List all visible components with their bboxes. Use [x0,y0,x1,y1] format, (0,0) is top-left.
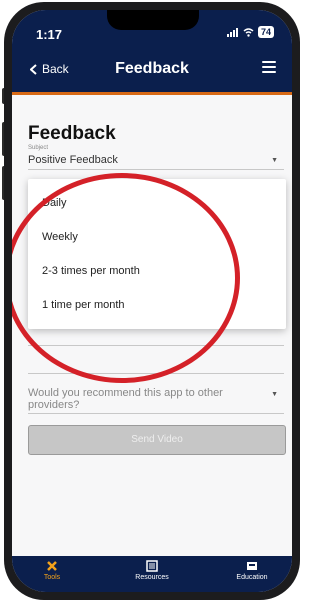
subject-select[interactable]: Positive Feedback [28,154,118,166]
dropdown-option[interactable]: Weekly [42,231,78,243]
dropdown-option[interactable]: Daily [42,197,66,209]
education-icon [247,562,257,570]
tab-label: Tools [43,574,61,581]
tab-bar: Tools Resources Education [12,556,292,592]
dropdown-option[interactable]: 2-3 times per month [42,265,140,277]
dropdown-arrow-icon: ▼ [271,157,278,164]
notch [107,10,199,30]
divider-line [28,373,284,374]
wifi-icon [243,27,254,37]
nav-bar: Back Feedback [12,48,292,95]
dropdown-arrow-icon: ▼ [271,391,278,398]
question-underline [28,413,284,414]
submit-button[interactable]: Send Video [28,425,286,455]
main-content: Feedback Subject Positive Feedback ▼ Dai… [12,95,292,555]
tools-icon [47,561,57,571]
phone-screen: 1:17 74 Back Feedback Feedback Subject P… [12,10,292,592]
status-time: 1:17 [36,27,63,42]
recommend-select[interactable]: Would you recommend this app to other pr… [28,387,248,411]
frequency-dropdown-menu: Daily Weekly 2-3 times per month 1 time … [28,179,286,329]
subject-underline [28,169,284,170]
page-title: Feedback [28,123,116,144]
resources-icon [146,560,158,572]
tab-tools[interactable]: Tools [17,560,87,581]
tab-label: Resources [135,574,169,581]
signal-icon [226,27,238,37]
page-nav-title: Feedback [115,60,189,77]
subject-label: Subject [28,145,49,151]
divider-line [28,345,284,346]
battery-indicator: 74 [257,26,274,38]
phone-frame: 1:17 74 Back Feedback Feedback Subject P… [4,2,300,600]
tab-label: Education [236,574,268,581]
status-bar: 1:17 74 [12,10,292,48]
hamburger-menu-icon[interactable] [262,61,276,73]
tab-education[interactable]: Education [217,560,287,581]
status-icons: 74 [226,26,274,38]
tab-resources[interactable]: Resources [117,560,187,581]
dropdown-option[interactable]: 1 time per month [42,299,125,311]
